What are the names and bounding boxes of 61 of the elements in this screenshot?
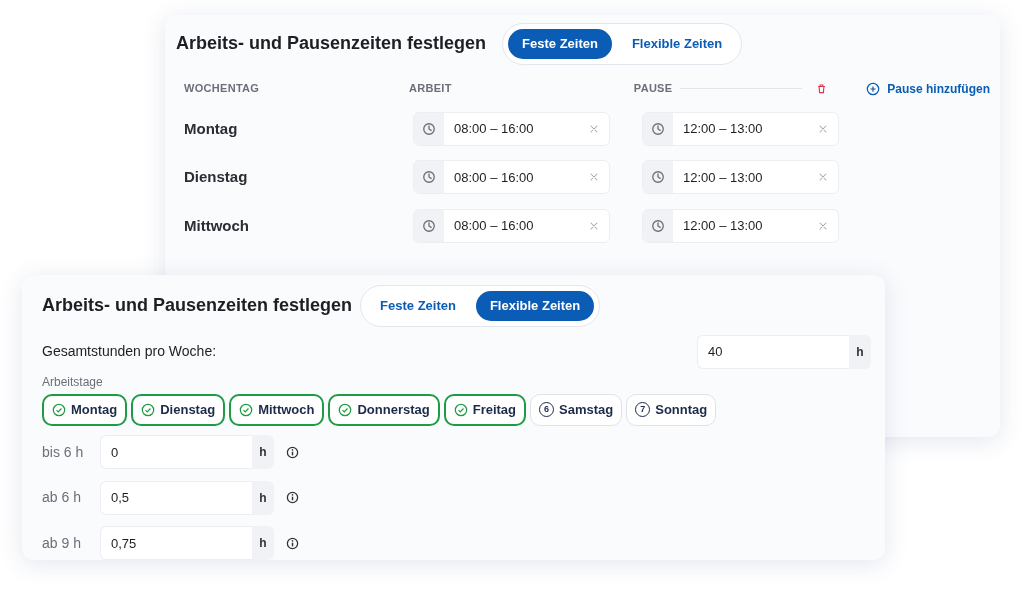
column-header: PAUSE xyxy=(633,81,673,97)
rule-label: ab 9 h xyxy=(42,533,82,553)
info-icon xyxy=(286,491,299,505)
clock-icon xyxy=(422,170,436,185)
check-circle-icon xyxy=(141,402,156,417)
column-header: WOCHENTAG xyxy=(184,81,261,97)
clock-icon xyxy=(651,170,665,185)
weekday-label: Mittwoch xyxy=(184,215,250,236)
card-title: Arbeits- und Pausenzeiten festlegen xyxy=(176,32,487,55)
toggle-tab[interactable]: Feste Zeiten xyxy=(508,29,612,59)
weekday-label: Montag xyxy=(184,118,239,139)
weekday-chip[interactable]: Freitag xyxy=(443,393,527,426)
clock-icon xyxy=(651,218,665,233)
check-circle-icon xyxy=(239,402,254,417)
add-break-link[interactable]: Pause hinzufügen xyxy=(866,79,990,98)
unit-label: h xyxy=(849,334,871,369)
weekday-chip[interactable]: Dienstag xyxy=(131,393,226,426)
toggle-tab[interactable]: Feste Zeiten xyxy=(366,291,470,321)
field-value: 12:00 – 13:00 xyxy=(682,217,764,235)
weekday-chip[interactable]: Donnerstag xyxy=(328,393,440,426)
section-label: Arbeitstage xyxy=(42,373,104,391)
field-value: 08:00 – 16:00 xyxy=(453,217,535,235)
number-field[interactable]: 0,5 xyxy=(100,480,252,515)
rule-label: ab 6 h xyxy=(42,488,82,508)
weekday-chip[interactable]: 7 Sonntag xyxy=(626,393,717,426)
number-field[interactable]: 40 xyxy=(697,334,849,369)
trash-icon[interactable] xyxy=(816,83,828,94)
clock-icon xyxy=(422,218,436,233)
weekday-chip[interactable]: 6 Samstag xyxy=(530,393,623,426)
card-title: Arbeits- und Pausenzeiten festlegen xyxy=(42,294,353,317)
time-range-field[interactable]: 08:00 – 16:00 xyxy=(413,160,610,195)
time-range-field[interactable]: 12:00 – 13:00 xyxy=(642,160,839,195)
field-value: 12:00 – 13:00 xyxy=(682,168,764,187)
field-label: Gesamtstunden pro Woche: xyxy=(42,342,217,361)
toggle-tab[interactable]: Flexible Zeiten xyxy=(475,291,595,321)
rule-label: bis 6 h xyxy=(42,442,85,462)
field-value: 12:00 – 13:00 xyxy=(682,120,764,138)
toggle-tab[interactable]: Flexible Zeiten xyxy=(617,29,737,59)
unit-label: h xyxy=(252,480,274,515)
clock-icon xyxy=(651,121,665,136)
info-icon xyxy=(286,536,299,550)
number-field[interactable]: 0 xyxy=(100,435,252,470)
info-icon xyxy=(286,445,299,459)
check-circle-icon xyxy=(453,402,468,417)
time-range-field[interactable]: 12:00 – 13:00 xyxy=(642,208,839,243)
weekday-chip[interactable]: Montag xyxy=(42,393,128,426)
clock-icon xyxy=(422,121,436,136)
number-field[interactable]: 0,75 xyxy=(100,526,252,561)
column-header: ARBEIT xyxy=(408,81,453,97)
unit-label: h xyxy=(252,526,274,561)
time-range-field[interactable]: 12:00 – 13:00 xyxy=(642,111,839,146)
plus-circle-icon xyxy=(866,81,881,96)
time-range-field[interactable]: 08:00 – 16:00 xyxy=(413,208,610,243)
field-value: 08:00 – 16:00 xyxy=(453,120,535,138)
weekday-label: Dienstag xyxy=(184,167,249,187)
check-circle-icon xyxy=(52,402,66,417)
field-value: 08:00 – 16:00 xyxy=(453,168,535,187)
unit-label: h xyxy=(252,435,274,470)
weekday-chip[interactable]: Mittwoch xyxy=(229,393,325,426)
time-range-field[interactable]: 08:00 – 16:00 xyxy=(413,111,610,146)
check-circle-icon xyxy=(338,402,353,417)
